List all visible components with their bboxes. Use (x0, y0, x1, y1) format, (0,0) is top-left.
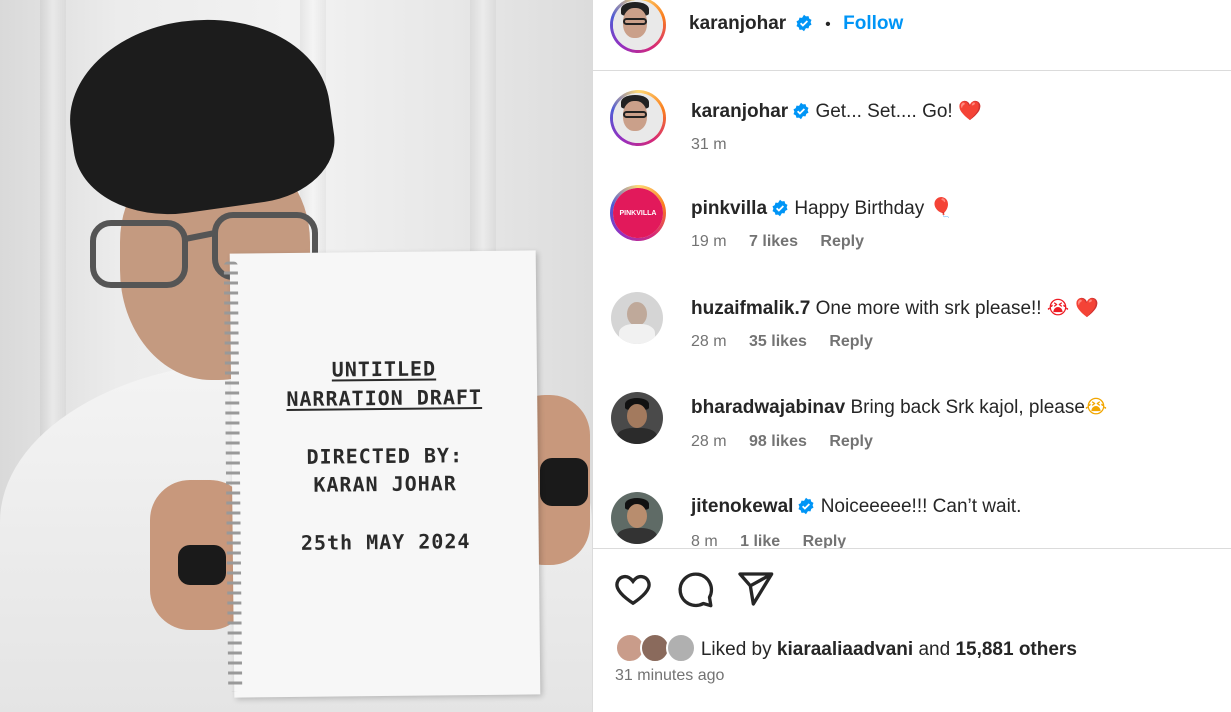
comment-time: 28 m (691, 433, 727, 450)
liker-avatar (665, 633, 696, 663)
comment-time: 19 m (691, 233, 727, 250)
notebook-title-line1: UNTITLED (331, 356, 437, 382)
verified-badge-icon (798, 497, 814, 515)
comment-text: One more with srk please!! (815, 298, 1042, 319)
comment-likes[interactable]: 7 likes (749, 233, 798, 250)
liked-user[interactable]: kiaraaliaadvani (777, 639, 913, 660)
balloon-emoji: 🎈 (929, 197, 954, 219)
reply-button[interactable]: Reply (820, 233, 864, 250)
comment-avatar[interactable] (611, 292, 663, 344)
notebook-title-line2: NARRATION DRAFT (286, 384, 483, 412)
follow-button[interactable]: Follow (843, 13, 903, 34)
comment-text: Noiceeeee!!! Can’t wait. (820, 496, 1022, 517)
comment-username[interactable]: karanjohar (691, 101, 788, 122)
comment-username[interactable]: huzaifmalik.7 (691, 298, 810, 319)
post-actions: Liked by kiaraaliaadvani and 15,881 othe… (593, 548, 1231, 712)
comment-text: Get... Set.... Go! (815, 101, 953, 122)
verified-badge-icon (796, 14, 812, 32)
comment-time: 28 m (691, 333, 727, 350)
notebook-director: KARAN JOHAR (313, 471, 457, 497)
heart-emoji: ❤️ (958, 100, 982, 122)
verified-badge-icon (793, 102, 809, 120)
comment-username[interactable]: bharadwajabinav (691, 397, 845, 418)
profile-avatar[interactable] (610, 0, 666, 53)
comment-icon[interactable] (675, 569, 715, 609)
share-icon[interactable] (735, 569, 775, 609)
comment-avatar[interactable] (611, 492, 663, 544)
comment-time: 31 m (691, 136, 727, 153)
post-header: karanjohar • Follow (593, 0, 1231, 71)
notebook-date: 25th MAY 2024 (300, 529, 471, 555)
comment-likes[interactable]: 1 like (740, 533, 780, 548)
notebook-directed-by: DIRECTED BY: (306, 443, 464, 469)
post-sidebar: karanjohar • Follow karanjohar Get... Se… (592, 0, 1231, 712)
ring (178, 545, 226, 585)
verified-badge-icon (772, 199, 788, 217)
comment-username[interactable]: jitenokewal (691, 496, 793, 517)
comment-time: 8 m (691, 533, 718, 548)
comment-username[interactable]: pinkvilla (691, 198, 767, 219)
liked-and: and (918, 639, 951, 660)
reply-button[interactable]: Reply (803, 533, 847, 548)
comment-likes[interactable]: 35 likes (749, 333, 807, 350)
comment-avatar[interactable]: PINKVILLA (610, 185, 666, 241)
liked-prefix: Liked by (700, 639, 772, 660)
reply-button[interactable]: Reply (829, 433, 873, 450)
liked-by: Liked by kiaraaliaadvani and 15,881 othe… (615, 633, 1077, 663)
header-separator: • (825, 16, 831, 33)
heart-icon[interactable] (613, 569, 653, 609)
post-time-ago[interactable]: 31 minutes ago (615, 667, 724, 685)
liked-others[interactable]: 15,881 others (955, 639, 1076, 660)
comment-likes[interactable]: 98 likes (749, 433, 807, 450)
reply-button[interactable]: Reply (829, 333, 873, 350)
post-image[interactable]: UNTITLED NARRATION DRAFT DIRECTED BY: KA… (0, 0, 592, 712)
comment-text: Happy Birthday (794, 198, 925, 219)
comment-text: Bring back Srk kajol, please (850, 397, 1085, 418)
ring (540, 458, 588, 506)
header-username[interactable]: karanjohar (689, 13, 786, 34)
crying-heart-emoji: 😭 ❤️ (1046, 297, 1099, 319)
notebook: UNTITLED NARRATION DRAFT DIRECTED BY: KA… (223, 250, 541, 698)
pinkvilla-logo-text: PINKVILLA (619, 209, 657, 217)
comment-avatar[interactable] (611, 392, 663, 444)
liker-avatars[interactable] (615, 633, 701, 663)
comments-list[interactable]: karanjohar Get... Set.... Go! ❤️ 31 m PI… (593, 71, 1231, 548)
crying-emoji: 😭 (1084, 396, 1108, 418)
comment-avatar[interactable] (610, 90, 666, 146)
